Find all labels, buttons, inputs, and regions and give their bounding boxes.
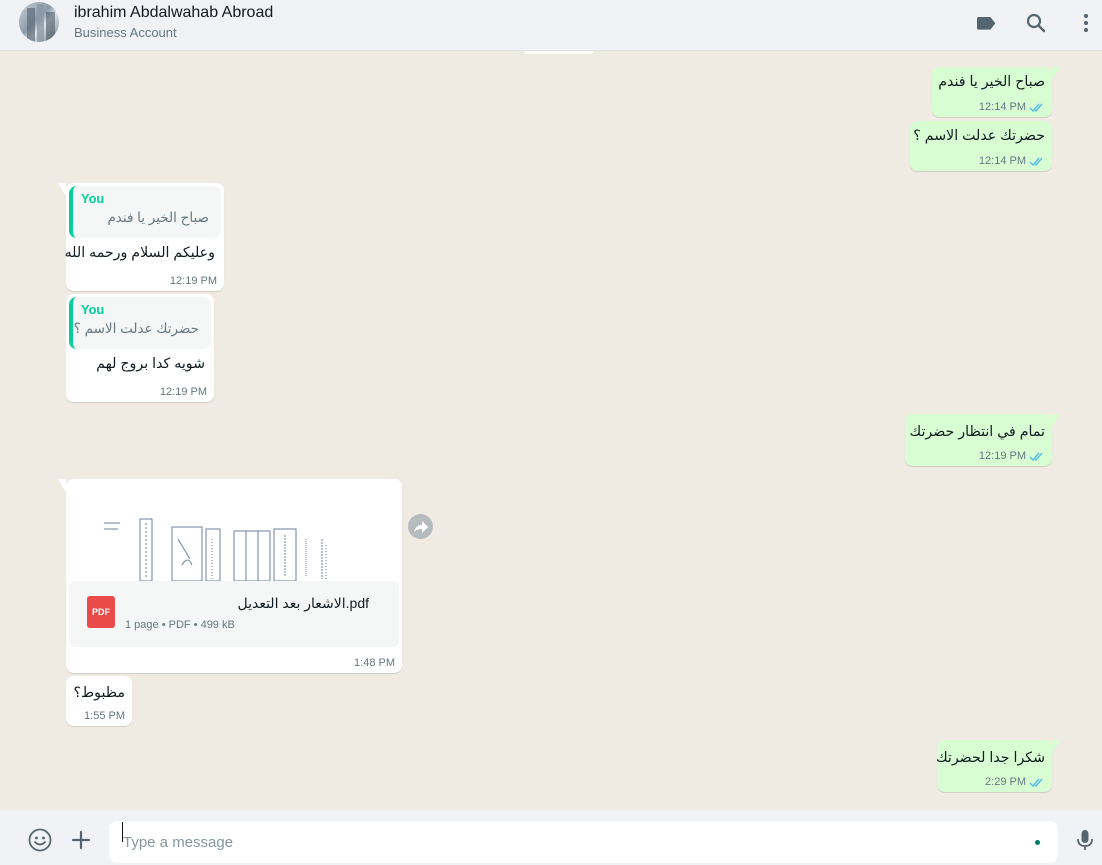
outgoing-message[interactable]: شكرا جدا لحضرتك 2:29 PM <box>935 740 1060 792</box>
message-meta: 12:19 PM <box>979 450 1045 462</box>
scroll-sliver <box>524 51 594 54</box>
text-caret <box>122 822 123 842</box>
message-text: صباح الخير يا فندم <box>938 74 1045 90</box>
input-indicator-dot <box>1035 840 1040 845</box>
message-time: 1:55 PM <box>84 710 125 722</box>
read-ticks-icon <box>1029 451 1045 462</box>
forward-button[interactable] <box>408 514 433 539</box>
message-time: 2:29 PM <box>985 776 1026 788</box>
outgoing-message[interactable]: صباح الخير يا فندم 12:14 PM <box>932 67 1060 117</box>
incoming-document-message[interactable]: PDF الاشعار بعد التعديل.pdf 1 page • PDF… <box>58 479 402 673</box>
message-time: 12:14 PM <box>978 155 1026 167</box>
message-input[interactable] <box>123 833 1003 851</box>
read-ticks-icon <box>1029 156 1045 167</box>
document-info: 1 page • PDF • 499 kB <box>125 619 235 631</box>
message-meta: 12:19 PM <box>160 386 207 398</box>
attach-plus-icon[interactable] <box>68 827 94 853</box>
microphone-icon[interactable] <box>1072 827 1098 853</box>
message-text: تمام في انتظار حضرتك <box>909 424 1045 440</box>
message-meta: 1:48 PM <box>354 657 395 669</box>
quote-author: You <box>81 191 105 206</box>
contact-name[interactable]: ibrahim Abdalwahab Abroad <box>74 4 273 22</box>
message-text: شكرا جدا لحضرتك <box>935 750 1045 766</box>
emoji-icon[interactable] <box>27 827 53 853</box>
quote-text: حضرتك عدلت الاسم ؟ <box>73 321 199 336</box>
message-time: 12:19 PM <box>169 275 217 287</box>
document-thumbnail[interactable] <box>100 499 350 581</box>
message-time: 12:19 PM <box>159 386 207 398</box>
quoted-message[interactable]: You صباح الخير يا فندم <box>69 186 221 238</box>
message-text: وعليكم السلام ورحمه الله <box>64 245 215 261</box>
pdf-file-icon: PDF <box>87 596 115 628</box>
menu-icon[interactable] <box>1074 11 1098 35</box>
read-ticks-icon <box>1029 777 1045 788</box>
message-text: مظبوط؟ <box>73 685 126 701</box>
document-filename: الاشعار بعد التعديل.pdf <box>237 595 369 611</box>
quoted-message[interactable]: You حضرتك عدلت الاسم ؟ <box>69 297 211 349</box>
document-card[interactable]: PDF الاشعار بعد التعديل.pdf 1 page • PDF… <box>69 581 399 647</box>
contact-avatar[interactable] <box>19 2 59 42</box>
forward-icon <box>413 520 428 533</box>
message-meta: 2:29 PM <box>985 776 1045 788</box>
quote-text: صباح الخير يا فندم <box>107 210 209 225</box>
message-time: 1:48 PM <box>354 657 395 669</box>
incoming-message[interactable]: مظبوط؟ 1:55 PM <box>66 676 132 726</box>
incoming-message[interactable]: You صباح الخير يا فندم وعليكم السلام ورح… <box>58 183 224 291</box>
outgoing-message[interactable]: تمام في انتظار حضرتك 12:19 PM <box>905 414 1060 466</box>
outgoing-message[interactable]: حضرتك عدلت الاسم ؟ 12:14 PM <box>910 121 1052 171</box>
incoming-message[interactable]: You حضرتك عدلت الاسم ؟ شويه كدا بروج لهم… <box>66 294 214 402</box>
label-icon[interactable] <box>974 11 998 35</box>
chat-header: ibrahim Abdalwahab Abroad Business Accou… <box>0 0 1102 51</box>
message-text: حضرتك عدلت الاسم ؟ <box>913 128 1045 144</box>
search-icon[interactable] <box>1024 11 1048 35</box>
message-time: 12:19 PM <box>978 450 1026 462</box>
composer-bar <box>0 810 1102 865</box>
message-meta: 12:14 PM <box>979 101 1045 113</box>
message-meta: 1:55 PM <box>84 710 125 722</box>
message-text: شويه كدا بروج لهم <box>96 356 205 372</box>
message-time: 12:14 PM <box>978 101 1026 113</box>
chat-area[interactable]: صباح الخير يا فندم 12:14 PM حضرتك عدلت ا… <box>0 51 1102 810</box>
message-meta: 12:14 PM <box>979 155 1045 167</box>
message-input-box[interactable] <box>109 821 1058 863</box>
message-meta: 12:19 PM <box>170 275 217 287</box>
quote-author: You <box>81 302 105 317</box>
contact-subtitle: Business Account <box>74 25 177 40</box>
read-ticks-icon <box>1029 102 1045 113</box>
